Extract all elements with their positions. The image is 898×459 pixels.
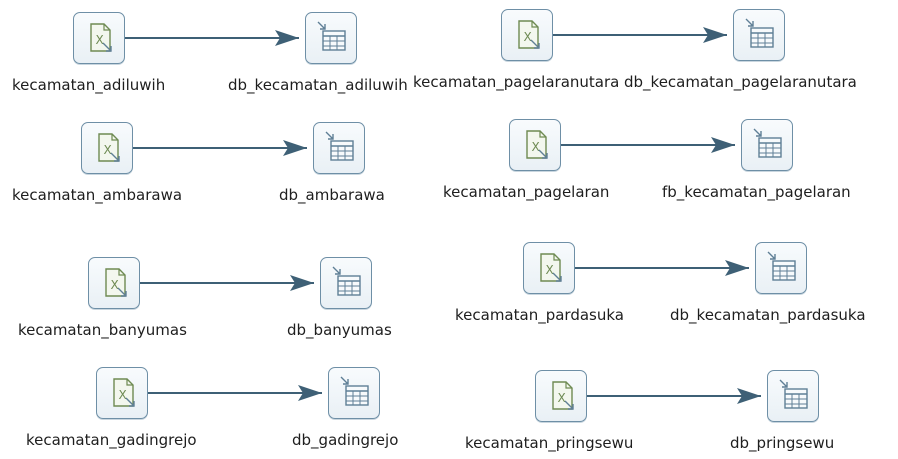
transformation-canvas[interactable]: X kecamatan_adiluwih db_kecamatan_adiluwi… [0, 0, 898, 459]
hop-arrow[interactable] [140, 275, 314, 291]
hop-arrow[interactable] [148, 385, 322, 401]
table-output-step[interactable] [741, 119, 793, 171]
svg-text:X: X [524, 30, 532, 44]
svg-text:X: X [119, 388, 127, 402]
output-step-label: db_ambarawa [279, 186, 385, 204]
output-step-label: db_gadingrejo [292, 431, 399, 449]
hop-arrow[interactable] [575, 260, 749, 276]
input-step-label: kecamatan_adiluwih [12, 76, 166, 94]
svg-text:X: X [546, 263, 554, 277]
hop-arrow[interactable] [125, 30, 299, 46]
table-output-step[interactable] [313, 122, 365, 174]
excel-input-step[interactable]: X [81, 122, 133, 174]
excel-input-step[interactable]: X [88, 257, 140, 309]
svg-text:X: X [532, 140, 540, 154]
input-step-label: kecamatan_pagelaran [443, 183, 610, 201]
svg-text:X: X [558, 391, 566, 405]
excel-input-step[interactable]: X [501, 9, 553, 61]
hop-arrow[interactable] [587, 388, 761, 404]
input-step-label: kecamatan_pringsewu [465, 434, 634, 452]
svg-text:X: X [96, 33, 104, 47]
svg-text:X: X [111, 278, 119, 292]
input-step-label: kecamatan_pardasuka [455, 306, 624, 324]
output-step-label: db_banyumas [287, 321, 392, 339]
table-output-step[interactable] [767, 370, 819, 422]
excel-input-step[interactable]: X [73, 12, 125, 64]
input-step-label: kecamatan_banyumas [18, 321, 187, 339]
svg-text:X: X [104, 143, 112, 157]
output-step-label: db_pringsewu [730, 434, 835, 452]
hop-arrow[interactable] [561, 137, 735, 153]
output-step-label: db_kecamatan_pagelaranutara [624, 73, 857, 91]
hop-arrow[interactable] [553, 27, 727, 43]
table-output-step[interactable] [328, 367, 380, 419]
input-step-label: kecamatan_gadingrejo [26, 431, 197, 449]
table-output-step[interactable] [305, 12, 357, 64]
table-output-step[interactable] [755, 242, 807, 294]
output-step-label: fb_kecamatan_pagelaran [662, 183, 851, 201]
excel-input-step[interactable]: X [96, 367, 148, 419]
input-step-label: kecamatan_pagelaranutara [413, 73, 620, 91]
excel-input-step[interactable]: X [535, 370, 587, 422]
excel-input-step[interactable]: X [523, 242, 575, 294]
table-output-step[interactable] [733, 9, 785, 61]
output-step-label: db_kecamatan_pardasuka [670, 306, 866, 324]
hop-arrow[interactable] [133, 140, 307, 156]
input-step-label: kecamatan_ambarawa [12, 186, 183, 204]
table-output-step[interactable] [320, 257, 372, 309]
excel-input-step[interactable]: X [509, 119, 561, 171]
output-step-label: db_kecamatan_adiluwih [228, 76, 408, 94]
